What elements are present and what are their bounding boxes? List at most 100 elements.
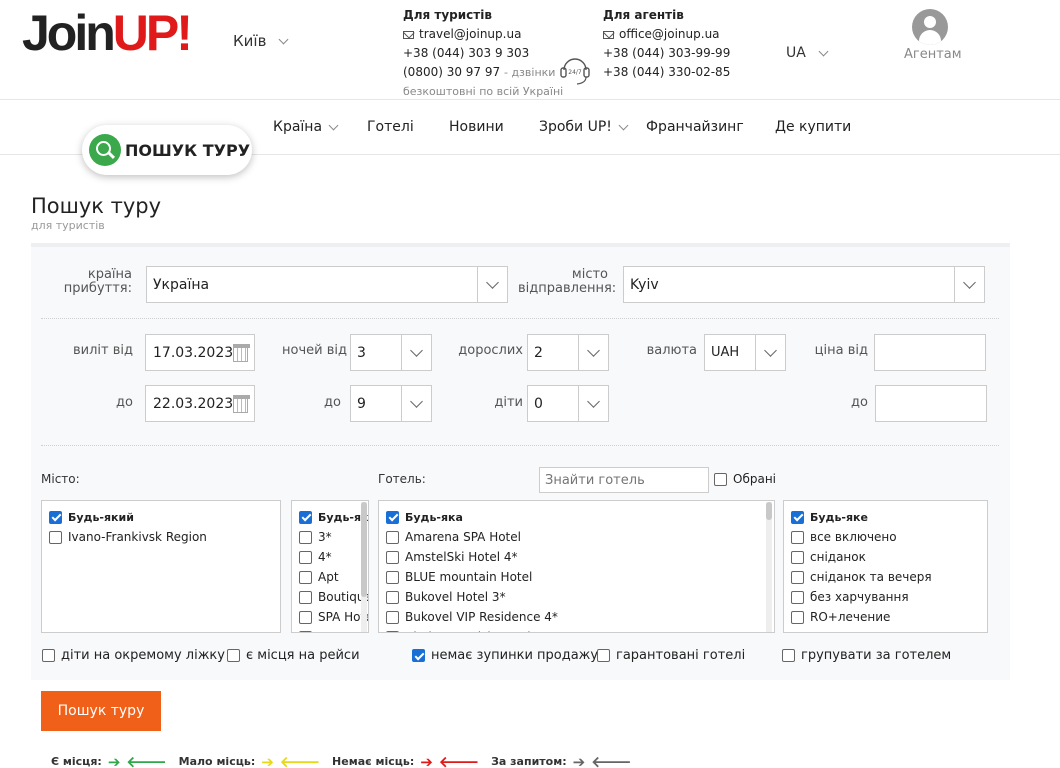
category-list: Будь-яка 3* 4* Apt BoutiqueSPA Hotel VILLAS — [291, 500, 369, 633]
checkbox-icon[interactable] — [386, 590, 399, 604]
children-select[interactable]: 0 — [527, 385, 609, 422]
checkbox-icon[interactable] — [782, 649, 795, 662]
option-seats-on-flights[interactable]: є місця на рейси — [227, 648, 360, 663]
agent-email-link[interactable]: office@joinup.ua — [619, 25, 720, 44]
nav-item-make-up[interactable]: Зроби UP! — [539, 119, 629, 135]
checkbox-icon[interactable] — [386, 570, 399, 584]
tourist-email-link[interactable]: travel@joinup.ua — [419, 25, 521, 44]
adults-select[interactable]: 2 — [527, 334, 609, 371]
list-item[interactable]: сніданок — [791, 547, 980, 567]
availability-legend: Є місця: ➔ 🡐 Мало місць: ➔ 🡐 Немає місць: ➔ 🡐 За … — [51, 754, 637, 768]
checkbox-icon[interactable] — [714, 472, 727, 486]
checkbox-icon[interactable] — [299, 590, 312, 604]
checkbox-icon[interactable] — [42, 649, 55, 662]
list-item[interactable]: Boutique — [299, 587, 368, 607]
checkbox-icon[interactable] — [49, 530, 62, 544]
agent-phone-2[interactable]: +38 (044) 330-02-85 — [603, 63, 730, 82]
chevron-down-icon — [578, 386, 608, 421]
list-item[interactable]: BLUE mountain Hotel — [386, 567, 767, 587]
checkbox-icon[interactable] — [386, 510, 399, 524]
option-no-stop-sale[interactable]: немає зупинки продажу — [412, 648, 598, 663]
list-item[interactable]: Chalet Spanish Hotel — [386, 627, 767, 632]
list-item[interactable]: Ivano-Frankivsk Region — [49, 527, 273, 547]
list-item-label: 4* — [318, 550, 332, 564]
checkbox-icon[interactable] — [299, 550, 312, 564]
calendar-icon[interactable] — [233, 343, 250, 362]
list-item[interactable]: Будь-яка — [386, 507, 767, 527]
tourist-phone-1[interactable]: +38 (044) 303 9 303 — [403, 44, 563, 63]
option-children-separate-bed[interactable]: діти на окремому ліжку — [42, 648, 225, 663]
checkbox-icon[interactable] — [791, 510, 804, 524]
nav-item-country[interactable]: Країна — [273, 119, 339, 135]
list-item[interactable]: Apt — [299, 567, 361, 587]
favorites-checkbox[interactable]: Обрані — [714, 472, 776, 486]
checkbox-icon[interactable] — [412, 649, 425, 662]
list-item[interactable]: RO+лечение — [791, 607, 980, 627]
country-select[interactable]: Україна — [146, 266, 508, 303]
currency-select[interactable]: UAH — [704, 334, 786, 371]
list-item[interactable]: без харчування — [791, 587, 980, 607]
tourist-contacts-title: Для туристів — [403, 8, 492, 22]
checkbox-icon[interactable] — [386, 630, 399, 632]
checkbox-icon[interactable] — [791, 610, 804, 624]
avatar-icon[interactable] — [912, 9, 948, 45]
search-tour-button[interactable]: Пошук туру — [41, 691, 161, 731]
language-selector[interactable]: UA — [786, 45, 829, 61]
checkbox-icon[interactable] — [386, 610, 399, 624]
option-guaranteed-hotels[interactable]: гарантовані готелі — [597, 648, 745, 663]
joinup-logo[interactable]: JoinUP! — [22, 8, 193, 58]
checkbox-icon[interactable] — [386, 550, 399, 564]
nav-item-hotels[interactable]: Готелі — [367, 119, 414, 135]
list-item[interactable]: 3* — [299, 527, 361, 547]
checkbox-icon[interactable] — [299, 610, 312, 624]
list-item[interactable]: Bukovel VIP Residence 4* — [386, 607, 767, 627]
list-item[interactable]: все включено — [791, 527, 980, 547]
nav-item-news[interactable]: Новини — [449, 119, 504, 135]
list-item[interactable]: SPA Hotel — [299, 607, 368, 627]
checkbox-icon[interactable] — [791, 590, 804, 604]
nights-to-select[interactable]: 9 — [350, 385, 432, 422]
option-group-by-hotel[interactable]: групувати за готелем — [782, 648, 951, 663]
hotel-scrollbar[interactable] — [766, 502, 772, 632]
checkbox-icon[interactable] — [791, 570, 804, 584]
date-to-input[interactable]: 22.03.2023 — [145, 385, 255, 422]
nav-label: Де купити — [775, 119, 852, 135]
departure-select[interactable]: Kyiv — [623, 266, 985, 303]
checkbox-icon[interactable] — [49, 510, 62, 524]
tour-search-pill-button[interactable]: ПОШУК ТУРУ — [82, 125, 252, 175]
hotel-search-field[interactable] — [540, 468, 708, 492]
agent-phone-1[interactable]: +38 (044) 303-99-99 — [603, 44, 730, 63]
price-to-input[interactable] — [875, 385, 987, 422]
city-selector[interactable]: Київ — [233, 32, 289, 50]
list-item[interactable]: Будь-яке — [791, 507, 980, 527]
nights-from-select[interactable]: 3 — [350, 334, 432, 371]
list-item[interactable]: VILLAS — [299, 627, 361, 632]
country-label: країна прибуття: — [63, 267, 132, 296]
list-item[interactable]: Будь-який — [49, 507, 273, 527]
list-item[interactable]: Amarena SPA Hotel — [386, 527, 767, 547]
checkbox-icon[interactable] — [597, 649, 610, 662]
date-from-input[interactable]: 17.03.2023 — [145, 334, 255, 371]
checkbox-icon[interactable] — [299, 510, 312, 524]
checkbox-icon[interactable] — [299, 570, 312, 584]
checkbox-icon[interactable] — [227, 649, 240, 662]
list-item[interactable]: сніданок та вечеря — [791, 567, 980, 587]
nav-item-where-to-buy[interactable]: Де купити — [775, 119, 851, 135]
hotel-search-input[interactable] — [539, 467, 709, 493]
list-item[interactable]: Будь-яка — [299, 507, 368, 527]
tourist-phone-2[interactable]: (0800) 30 97 97 — [403, 65, 500, 79]
nav-item-franchising[interactable]: Франчайзинг — [646, 119, 744, 135]
list-item-label: все включено — [810, 530, 897, 544]
checkbox-icon[interactable] — [299, 530, 312, 544]
list-item[interactable]: AmstelSki Hotel 4* — [386, 547, 767, 567]
checkbox-icon[interactable] — [791, 550, 804, 564]
checkbox-icon[interactable] — [386, 530, 399, 544]
checkbox-icon[interactable] — [299, 630, 312, 632]
checkbox-icon[interactable] — [791, 530, 804, 544]
price-from-input[interactable] — [874, 334, 986, 371]
list-item[interactable]: 4* — [299, 547, 361, 567]
agents-link[interactable]: Агентам — [904, 47, 962, 62]
category-scrollbar[interactable] — [361, 502, 367, 632]
list-item[interactable]: Bukovel Hotel 3* — [386, 587, 767, 607]
calendar-icon[interactable] — [233, 394, 250, 413]
